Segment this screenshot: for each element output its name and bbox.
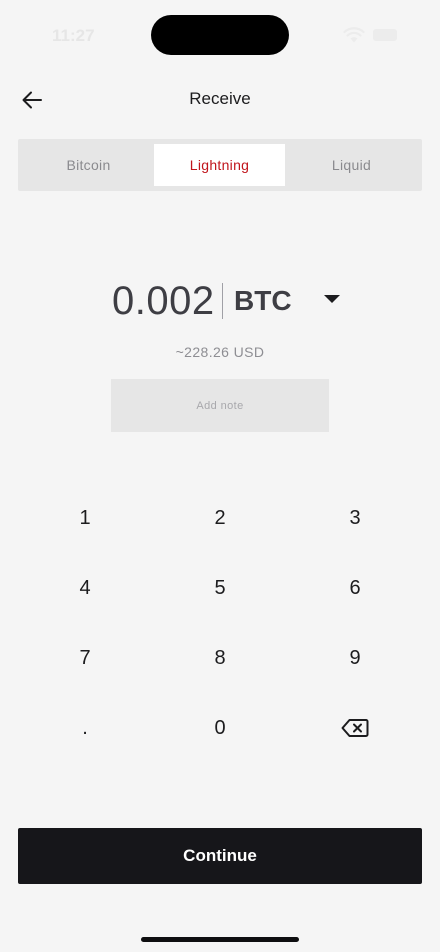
key-8[interactable]: 8 <box>153 623 287 693</box>
amount-row: 0.002 BTC <box>0 275 440 327</box>
key-5[interactable]: 5 <box>153 553 287 623</box>
key-7[interactable]: 7 <box>18 623 152 693</box>
key-1[interactable]: 1 <box>18 483 152 553</box>
home-indicator <box>141 937 299 942</box>
key-0[interactable]: 0 <box>153 693 287 763</box>
key-4[interactable]: 4 <box>18 553 152 623</box>
key-6[interactable]: 6 <box>288 553 422 623</box>
key-2[interactable]: 2 <box>153 483 287 553</box>
key-decimal[interactable]: . <box>18 693 152 763</box>
fiat-equivalent: ~228.26 USD <box>175 344 265 360</box>
page-title: Receive <box>189 89 251 108</box>
unit-dropdown-button[interactable] <box>314 285 350 315</box>
backspace-icon <box>341 719 369 737</box>
key-backspace[interactable] <box>288 693 422 763</box>
amount-unit[interactable]: BTC <box>234 275 292 327</box>
tab-liquid[interactable]: Liquid <box>286 144 417 186</box>
battery-icon <box>373 29 397 41</box>
add-note-button[interactable]: Add note <box>111 379 329 432</box>
keypad: 1 2 3 4 5 6 7 8 9 . 0 <box>18 483 422 763</box>
tab-lightning[interactable]: Lightning <box>154 144 285 186</box>
tab-bitcoin[interactable]: Bitcoin <box>23 144 154 186</box>
caret-down-icon <box>324 295 340 303</box>
continue-button[interactable]: Continue <box>18 828 422 884</box>
wifi-icon <box>343 27 365 43</box>
network-tabs: Bitcoin Lightning Liquid <box>18 139 422 191</box>
status-bar: 11:27 <box>0 0 440 70</box>
status-time: 11:27 <box>52 26 95 45</box>
dynamic-island <box>151 15 289 55</box>
amount-input[interactable]: 0.002 <box>112 275 215 327</box>
header: Receive <box>0 78 440 122</box>
text-caret <box>222 283 223 319</box>
key-3[interactable]: 3 <box>288 483 422 553</box>
key-9[interactable]: 9 <box>288 623 422 693</box>
